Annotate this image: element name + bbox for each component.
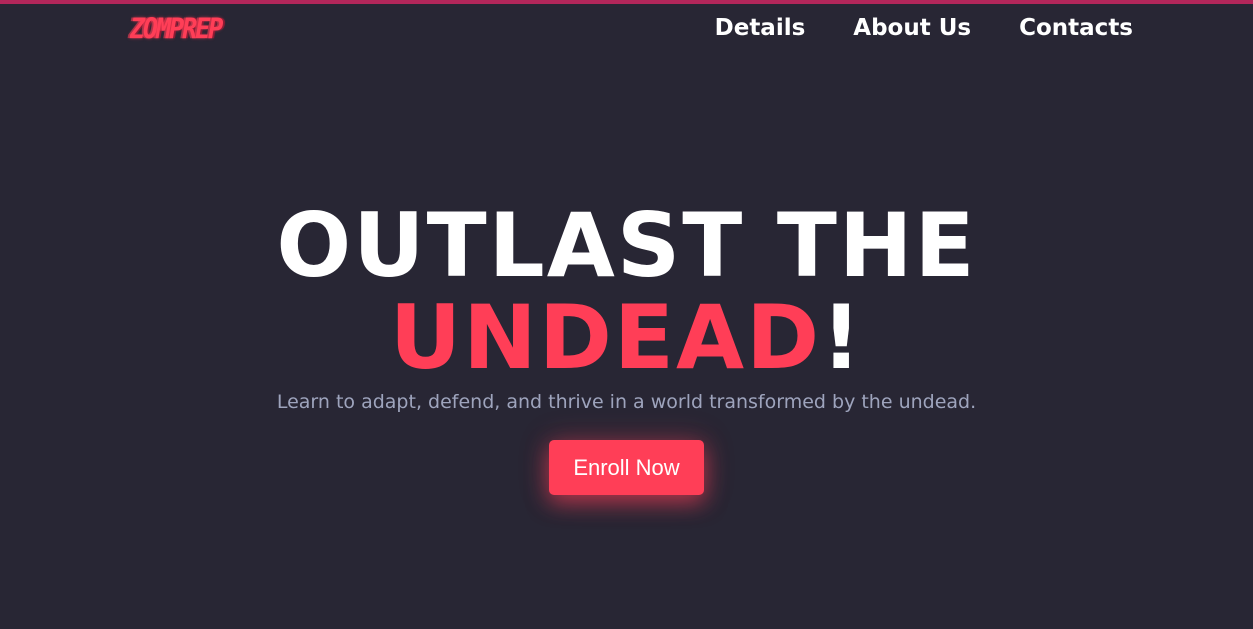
headline-suffix: ! — [821, 286, 864, 389]
hero-headline: OUTLAST THE UNDEAD! — [0, 200, 1253, 384]
hero-section: OUTLAST THE UNDEAD! Learn to adapt, defe… — [0, 200, 1253, 495]
headline-accent: UNDEAD — [389, 286, 822, 389]
headline-line-1: OUTLAST THE — [276, 194, 977, 297]
nav-item-about-us[interactable]: About Us — [853, 14, 971, 42]
hero-subtitle: Learn to adapt, defend, and thrive in a … — [276, 391, 977, 413]
top-accent-bar — [0, 0, 1253, 4]
main-nav: Details About Us Contacts — [715, 14, 1133, 42]
nav-item-contacts[interactable]: Contacts — [1019, 14, 1133, 42]
nav-item-details[interactable]: Details — [715, 14, 806, 42]
logo[interactable]: ZOMPREP — [130, 12, 223, 45]
enroll-now-button[interactable]: Enroll Now — [549, 440, 704, 495]
